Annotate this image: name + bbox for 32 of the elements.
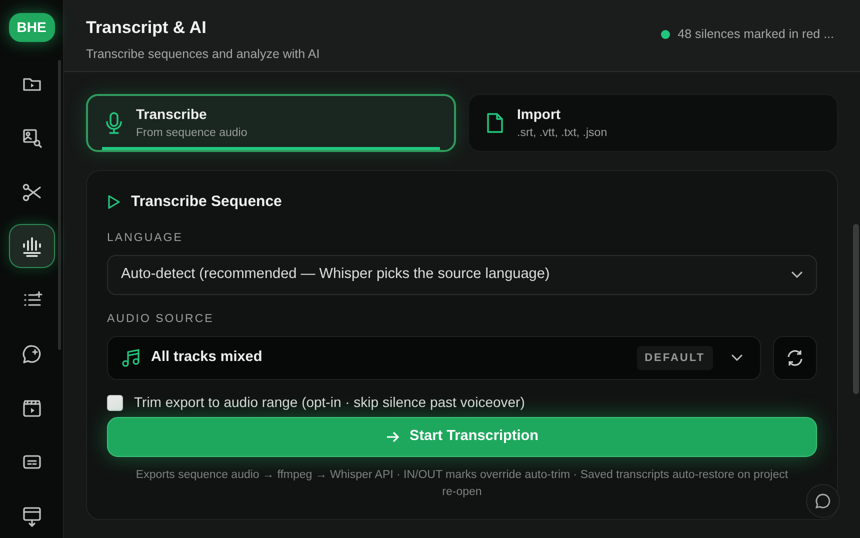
nav-button[interactable] [8,224,54,268]
status-text: 48 silences marked in red ... [678,26,834,43]
help-text: Exports sequence audio → ffmpeg → Whisper API · IN/OUT marks override auto-trim · Saved transcripts auto-restore on project re-open [134,468,790,500]
arrow-icon [386,431,400,443]
field-label: LANGUAGE [107,230,184,246]
field-label: AUDIO SOURCE [107,312,215,327]
music-note-icon [121,348,141,368]
image-search-icon [20,127,42,149]
chat-icon [814,492,832,510]
checkbox[interactable] [107,394,123,410]
chevron-icon [731,354,743,362]
scissors-icon [20,181,42,203]
waveform-icon [20,235,42,257]
card-title: Transcribe Sequence [131,192,282,212]
clapperboard-icon [20,397,42,419]
export-icon [20,505,42,527]
app-logo: BHE [8,13,54,42]
language-dropdown[interactable]: Auto-detect (recommended — Whisper picks the source language) [107,254,817,295]
default-badge: DEFAULT [636,346,713,370]
refresh-button[interactable] [773,336,817,380]
microphone-icon [104,111,124,135]
audio-source-dropdown[interactable]: All tracks mixed DEFAULT [107,336,761,380]
mode-tab[interactable]: Transcribe From sequence audio [86,94,456,152]
chevron-icon [791,270,803,279]
chat-plus-icon [20,343,42,365]
refresh-icon [785,348,805,368]
page-title: Transcript & AI [86,17,208,39]
mode-tab[interactable]: Import .srt, .vtt, .txt, .json [468,94,838,152]
file-icon [485,111,505,135]
page-subtitle: Transcribe sequences and analyze with AI [86,46,320,63]
play-icon [107,194,121,210]
checkbox-label: Trim export to audio range (opt-in · skip silence past voiceover) [134,393,525,412]
